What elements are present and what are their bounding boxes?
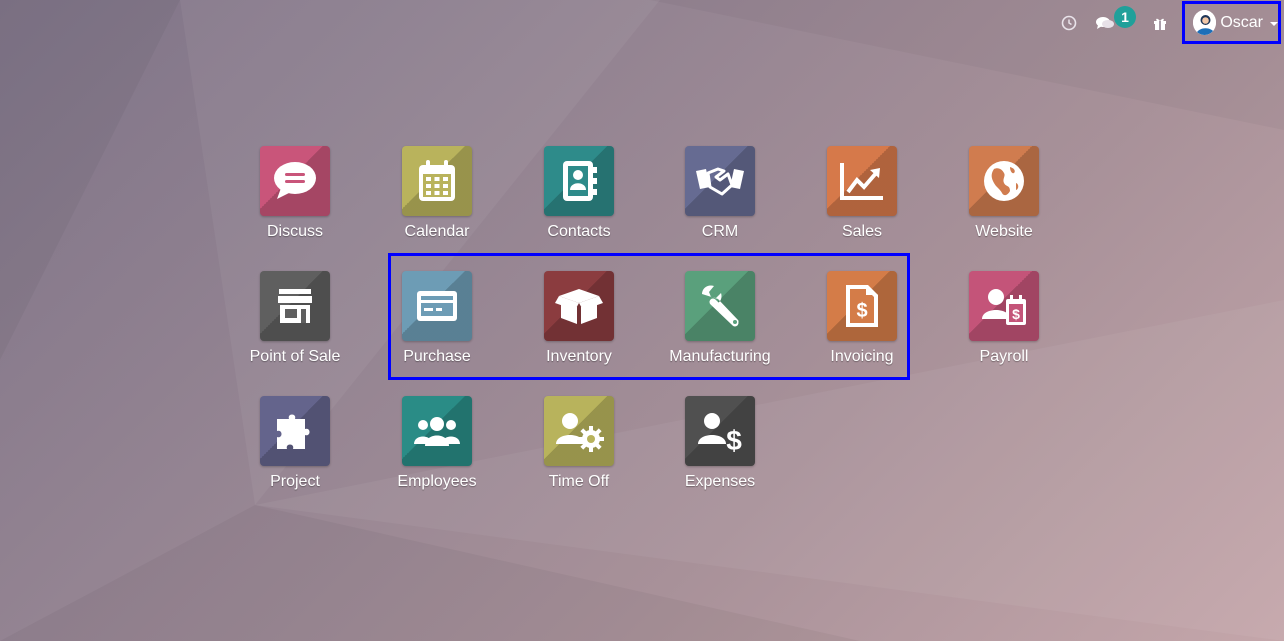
gift-icon xyxy=(1154,18,1166,30)
wrench-icon xyxy=(702,285,739,327)
users-icon xyxy=(414,417,460,446)
app-label: Discuss xyxy=(266,223,323,240)
app-employees[interactable]: Employees xyxy=(367,396,507,491)
app-inventory[interactable]: Inventory xyxy=(509,271,649,366)
app-icon-tile xyxy=(544,396,614,466)
user-name: Oscar xyxy=(1220,13,1263,31)
app-icon-tile: $ xyxy=(827,271,897,341)
gift-button[interactable] xyxy=(1150,0,1170,46)
app-icon-tile xyxy=(260,396,330,466)
app-purchase[interactable]: Purchase xyxy=(367,271,507,366)
globe-icon xyxy=(984,161,1024,201)
app-icon-tile xyxy=(827,146,897,216)
credit-card-icon xyxy=(417,291,457,321)
app-invoicing[interactable]: $ Invoicing xyxy=(792,271,932,366)
svg-text:$: $ xyxy=(726,425,742,452)
app-contacts[interactable]: Contacts xyxy=(509,146,649,241)
app-project[interactable]: Project xyxy=(225,396,365,491)
store-icon xyxy=(278,289,312,323)
app-icon-tile xyxy=(402,396,472,466)
app-icon-tile xyxy=(969,146,1039,216)
address-book-icon xyxy=(563,161,597,201)
user-menu[interactable]: Oscar xyxy=(1182,1,1281,44)
clock-icon xyxy=(1061,15,1077,31)
app-website[interactable]: Website xyxy=(934,146,1074,241)
user-dollar-icon: $ xyxy=(698,413,742,452)
calendar-icon xyxy=(419,160,455,201)
invoice-dollar-icon: $ xyxy=(846,285,878,327)
app-sales[interactable]: Sales xyxy=(792,146,932,241)
app-label: Time Off xyxy=(548,473,610,490)
app-icon-tile xyxy=(402,146,472,216)
app-icon-tile xyxy=(685,271,755,341)
app-icon-tile xyxy=(260,271,330,341)
chat-bubble-icon xyxy=(274,162,316,199)
app-label: CRM xyxy=(701,223,739,240)
messages-button[interactable]: 1 xyxy=(1093,0,1136,46)
app-label: Point of Sale xyxy=(249,348,341,365)
app-icon-tile xyxy=(685,146,755,216)
chat-bubbles-icon xyxy=(1096,17,1114,29)
app-icon-tile: $ xyxy=(685,396,755,466)
box-icon xyxy=(555,289,603,324)
app-icon-tile xyxy=(544,271,614,341)
app-label: Website xyxy=(975,223,1033,240)
app-crm[interactable]: CRM xyxy=(650,146,790,241)
messages-count-badge: 1 xyxy=(1114,6,1136,28)
app-label: Calendar xyxy=(404,223,470,240)
app-label: Inventory xyxy=(546,348,612,365)
user-payroll-icon: $ xyxy=(982,289,1026,325)
app-label: Sales xyxy=(841,223,883,240)
app-label: Invoicing xyxy=(830,348,894,365)
app-label: Manufacturing xyxy=(669,348,771,365)
app-payroll[interactable]: $ Payroll xyxy=(934,271,1074,366)
svg-text:$: $ xyxy=(856,300,867,322)
app-icon-tile xyxy=(402,271,472,341)
svg-text:$: $ xyxy=(1012,306,1020,322)
app-label: Purchase xyxy=(403,348,471,365)
app-manufacturing[interactable]: Manufacturing xyxy=(650,271,790,366)
app-point-of-sale[interactable]: Point of Sale xyxy=(225,271,365,366)
app-label: Payroll xyxy=(979,348,1029,365)
app-icon-tile xyxy=(260,146,330,216)
handshake-icon xyxy=(696,167,744,196)
user-avatar-icon xyxy=(1193,10,1217,35)
app-label: Contacts xyxy=(547,223,611,240)
puzzle-icon xyxy=(277,414,310,449)
app-calendar[interactable]: Calendar xyxy=(367,146,507,241)
app-icon-tile xyxy=(544,146,614,216)
caret-down-icon xyxy=(1270,21,1278,26)
app-label: Expenses xyxy=(684,473,756,490)
app-icon-tile: $ xyxy=(969,271,1039,341)
app-time-off[interactable]: Time Off xyxy=(509,396,649,491)
line-chart-icon xyxy=(840,163,883,200)
app-discuss[interactable]: Discuss xyxy=(225,146,365,241)
app-label: Project xyxy=(270,473,320,490)
app-label: Employees xyxy=(397,473,477,490)
app-expenses[interactable]: $ Expenses xyxy=(650,396,790,491)
user-gear-icon xyxy=(556,413,604,452)
activity-button[interactable] xyxy=(1058,0,1080,46)
